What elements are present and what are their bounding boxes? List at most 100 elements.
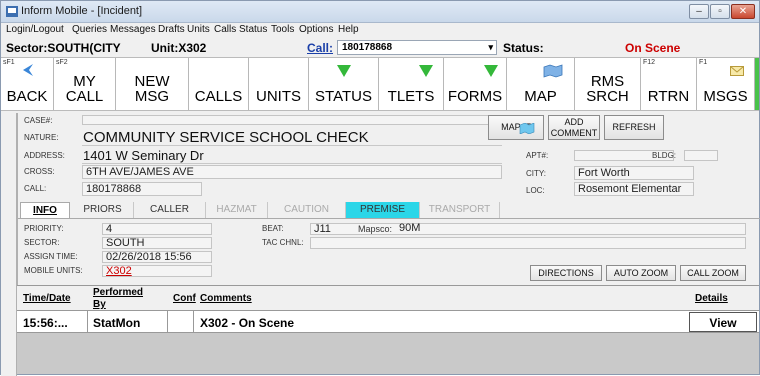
- menu-status[interactable]: Status: [239, 24, 267, 35]
- call-field-label: CALL:: [24, 184, 47, 193]
- forms-button[interactable]: FORMS: [444, 58, 507, 110]
- row-performed-by: StatMon: [93, 316, 141, 330]
- col-performed-by-line1[interactable]: Performed: [93, 287, 143, 298]
- col-comments[interactable]: Comments: [200, 293, 252, 304]
- auto-zoom-label: AUTO ZOOM: [613, 268, 669, 278]
- menu-calls[interactable]: Calls: [214, 24, 236, 35]
- mobile-units-label: MOBILE UNITS:: [24, 266, 83, 275]
- add-comment-line2: COMMENT: [550, 128, 598, 138]
- new-msg-button[interactable]: NEW MSG: [116, 58, 189, 110]
- menu-help[interactable]: Help: [338, 24, 359, 35]
- bldg-field: [684, 150, 718, 161]
- add-comment-line1: ADD: [564, 117, 584, 127]
- col-conf[interactable]: Conf: [173, 293, 196, 304]
- tlets-button[interactable]: TLETS: [379, 58, 444, 110]
- maximize-button[interactable]: ▫: [710, 4, 730, 19]
- add-comment-button[interactable]: ADD COMMENT: [548, 115, 600, 140]
- col-performed-by-line2[interactable]: By: [93, 299, 106, 310]
- back-fkey: sF1: [3, 59, 15, 66]
- app-icon: [6, 6, 18, 17]
- refresh-label: REFRESH: [612, 122, 656, 132]
- nature-underline: [82, 145, 502, 146]
- minimize-button[interactable]: –: [689, 4, 709, 19]
- priority-field: 4: [102, 223, 212, 235]
- tab-priors[interactable]: PRIORS: [72, 202, 134, 218]
- back-arrow-icon: [23, 64, 33, 76]
- main-window: Inform Mobile - [Incident] – ▫ ✕ Login/L…: [0, 0, 760, 376]
- menu-drafts[interactable]: Drafts: [158, 24, 185, 35]
- rms-srch-button[interactable]: RMS SRCH: [575, 58, 641, 110]
- menu-login-logout[interactable]: Login/Logout: [6, 24, 64, 35]
- tab-caution[interactable]: CAUTION: [268, 202, 346, 218]
- menu-messages[interactable]: Messages: [110, 24, 156, 35]
- beat-value: J11: [314, 223, 331, 235]
- back-button[interactable]: sF1 BACK: [1, 58, 54, 110]
- loc-value: Rosemont Elementar: [578, 183, 682, 195]
- directions-button[interactable]: DIRECTIONS: [530, 265, 602, 281]
- tlets-dropdown-icon: [419, 65, 433, 77]
- back-label: BACK: [6, 88, 48, 105]
- view-details-label: View: [709, 316, 737, 330]
- col-time-date[interactable]: Time/Date: [23, 293, 71, 304]
- status-button[interactable]: STATUS: [309, 58, 379, 110]
- mobile-units-value[interactable]: X302: [106, 265, 132, 277]
- call-field: 180178868: [82, 182, 202, 196]
- call-label[interactable]: Call:: [307, 41, 333, 55]
- rtrn-button[interactable]: F12 RTRN: [641, 58, 697, 110]
- sector-label: SECTOR:: [24, 238, 60, 247]
- grid-header: Time/Date Performed By Conf Comments Det…: [17, 285, 759, 311]
- address-value: 1401 W Seminary Dr: [83, 148, 204, 163]
- tlets-label: TLETS: [387, 88, 435, 105]
- tab-transport[interactable]: TRANSPORT: [420, 202, 500, 218]
- sector-text: Sector:SOUTH(CITY: [6, 41, 121, 55]
- nature-label: NATURE:: [24, 133, 59, 142]
- msgs-button[interactable]: F1 MSGS: [697, 58, 755, 110]
- title-bar: Inform Mobile - [Incident] – ▫ ✕: [1, 1, 759, 23]
- chevron-down-icon: ▾: [488, 42, 493, 52]
- cross-label: CROSS:: [24, 167, 55, 176]
- tab-divider: [18, 218, 760, 219]
- units-button[interactable]: UNITS: [249, 58, 309, 110]
- sector-status-bar: Sector:SOUTH(CITY Unit:X302 Call: 180178…: [1, 38, 759, 56]
- call-select[interactable]: 180178868 ▾: [337, 40, 497, 55]
- tab-info[interactable]: INFO: [20, 202, 70, 218]
- connection-indicator: [755, 58, 759, 110]
- tab-premise[interactable]: PREMISE: [346, 202, 420, 218]
- envelope-icon: [730, 66, 744, 76]
- calls-button[interactable]: CALLS: [189, 58, 249, 110]
- map-button[interactable]: MAP: [507, 58, 575, 110]
- units-label: UNITS: [256, 88, 301, 105]
- close-button[interactable]: ✕: [731, 4, 755, 19]
- call-zoom-button[interactable]: CALL ZOOM: [680, 265, 746, 281]
- priority-value: 4: [106, 223, 113, 235]
- assign-time-label: ASSIGN TIME:: [24, 252, 78, 261]
- view-details-button[interactable]: View: [689, 312, 757, 332]
- msgs-label: MSGS: [703, 88, 748, 105]
- apt-label: APT#:: [526, 151, 549, 160]
- directions-label: DIRECTIONS: [538, 268, 594, 278]
- refresh-button[interactable]: REFRESH: [604, 115, 664, 140]
- rtrn-label: RTRN: [647, 88, 690, 105]
- row-divider: [87, 311, 88, 333]
- table-row[interactable]: 15:56:... StatMon X302 - On Scene View: [17, 311, 759, 333]
- map-icon: [543, 64, 563, 78]
- call-zoom-label: CALL ZOOM: [687, 268, 739, 278]
- tab-hazmat[interactable]: HAZMAT: [206, 202, 268, 218]
- msgs-fkey: F1: [699, 59, 708, 66]
- cross-value: 6TH AVE/JAMES AVE: [86, 166, 194, 178]
- rms-srch-line2: SRCH: [586, 88, 629, 105]
- menu-tools[interactable]: Tools: [271, 24, 294, 35]
- my-call-button[interactable]: sF2 MY CALL: [54, 58, 116, 110]
- menu-units[interactable]: Units: [187, 24, 210, 35]
- city-label: CITY:: [526, 169, 547, 178]
- auto-zoom-button[interactable]: AUTO ZOOM: [606, 265, 676, 281]
- col-details[interactable]: Details: [695, 293, 728, 304]
- map-it-button[interactable]: MAP IT: [488, 115, 544, 140]
- rtrn-fkey: F12: [643, 59, 656, 66]
- incident-detail-panel: CASE#: NATURE: COMMUNITY SERVICE SCHOOL …: [17, 113, 760, 285]
- tab-caller[interactable]: CALLER: [134, 202, 206, 218]
- menu-options[interactable]: Options: [299, 24, 333, 35]
- map-it-icon: [519, 123, 535, 134]
- assign-time-value: 02/26/2018 15:56: [106, 251, 192, 263]
- menu-queries[interactable]: Queries: [72, 24, 107, 35]
